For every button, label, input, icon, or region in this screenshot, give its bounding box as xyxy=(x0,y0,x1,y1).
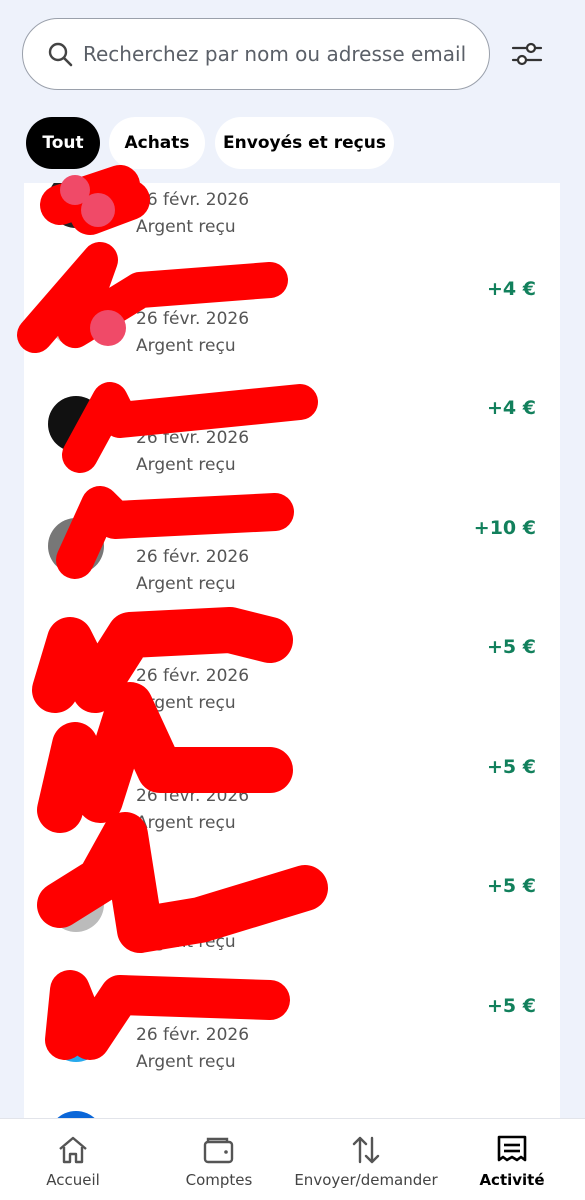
chip-achats[interactable]: Achats xyxy=(109,117,205,169)
search-input[interactable] xyxy=(83,42,483,66)
avatar xyxy=(48,290,104,346)
transaction-row[interactable]: 26 févr. 2026 Argent reçu +5 € xyxy=(24,980,560,1099)
transaction-amount: +4 € xyxy=(487,397,536,419)
nav-item-comptes[interactable]: Comptes xyxy=(178,1119,260,1200)
activity-icon xyxy=(497,1135,527,1162)
transaction-type: Argent reçu xyxy=(136,455,236,475)
wallet-icon xyxy=(203,1137,234,1164)
nav-label: Activité xyxy=(479,1171,545,1189)
transaction-date: 26 févr. 2026 xyxy=(136,1025,250,1045)
transaction-type: Argent reçu xyxy=(136,693,236,713)
search-icon xyxy=(48,42,73,67)
transaction-type: Argent reçu xyxy=(136,217,236,237)
transaction-date: 26 févr. 2026 xyxy=(136,309,250,329)
transaction-row[interactable]: 26 févr. 2026 Argent reçu +5 € xyxy=(24,741,560,860)
transaction-row[interactable]: 26 févr. 2026 Argent reçu +10 € xyxy=(24,502,560,621)
transaction-date: 26 févr. 2026 xyxy=(136,190,250,210)
nav-label: Comptes xyxy=(185,1171,253,1189)
nav-item-accueil[interactable]: Accueil xyxy=(33,1119,113,1200)
avatar xyxy=(48,396,104,452)
home-icon xyxy=(59,1136,87,1164)
transaction-date: 26 févr. 2026 xyxy=(136,786,250,806)
transaction-list: 26 févr. 2026 Argent reçu 26 févr. 2026 … xyxy=(24,183,560,1143)
nav-item-activite[interactable]: Activité xyxy=(476,1119,548,1200)
activity-screen: Tout Achats Envoyés et reçus 26 févr. 20… xyxy=(0,0,585,1200)
nav-label: Envoyer/demander xyxy=(294,1171,438,1189)
transaction-type: Argent reçu xyxy=(136,336,236,356)
transaction-amount: +10 € xyxy=(473,517,536,539)
transaction-amount: +5 € xyxy=(487,995,536,1017)
avatar xyxy=(48,876,104,932)
transaction-row[interactable]: 26 févr. 2026 Argent reçu xyxy=(24,183,560,237)
transaction-type: Argent reçu xyxy=(136,574,236,594)
transaction-amount: +5 € xyxy=(487,756,536,778)
transaction-type: Argent reçu xyxy=(136,813,236,833)
transaction-date: 26 févr. 2026 xyxy=(136,666,250,686)
avatar xyxy=(48,757,104,813)
transaction-row[interactable]: 26 févr. 2026 Argent reçu +4 € xyxy=(24,263,560,382)
avatar xyxy=(48,637,104,693)
chip-tout[interactable]: Tout xyxy=(26,117,100,169)
nav-item-envoyer-demander[interactable]: Envoyer/demander xyxy=(294,1119,438,1200)
search-bar[interactable] xyxy=(22,18,490,90)
transaction-row[interactable]: 26 févr. 2026 Argent reçu +4 € xyxy=(24,382,560,501)
chip-envoyes-recus[interactable]: Envoyés et reçus xyxy=(215,117,394,169)
avatar xyxy=(48,1006,104,1062)
transaction-date: 26 févr. 2026 xyxy=(136,905,250,925)
transaction-amount: +5 € xyxy=(487,636,536,658)
transaction-type: Argent reçu xyxy=(136,1052,236,1072)
nav-label: Accueil xyxy=(46,1171,100,1189)
avatar xyxy=(48,518,104,574)
transaction-date: 26 févr. 2026 xyxy=(136,547,250,567)
transaction-amount: +5 € xyxy=(487,875,536,897)
transaction-type: Argent reçu xyxy=(136,932,236,952)
transaction-row[interactable]: 26 févr. 2026 Argent reçu +5 € xyxy=(24,860,560,979)
avatar xyxy=(48,183,104,228)
transaction-amount: +4 € xyxy=(487,278,536,300)
transaction-date: 26 févr. 2026 xyxy=(136,428,250,448)
transaction-row[interactable]: 26 févr. 2026 Argent reçu +5 € xyxy=(24,621,560,740)
bottom-nav: Accueil Comptes Envoyer/demander Activit… xyxy=(0,1118,585,1200)
transfer-icon xyxy=(352,1136,380,1164)
filter-settings-icon[interactable] xyxy=(509,36,545,72)
